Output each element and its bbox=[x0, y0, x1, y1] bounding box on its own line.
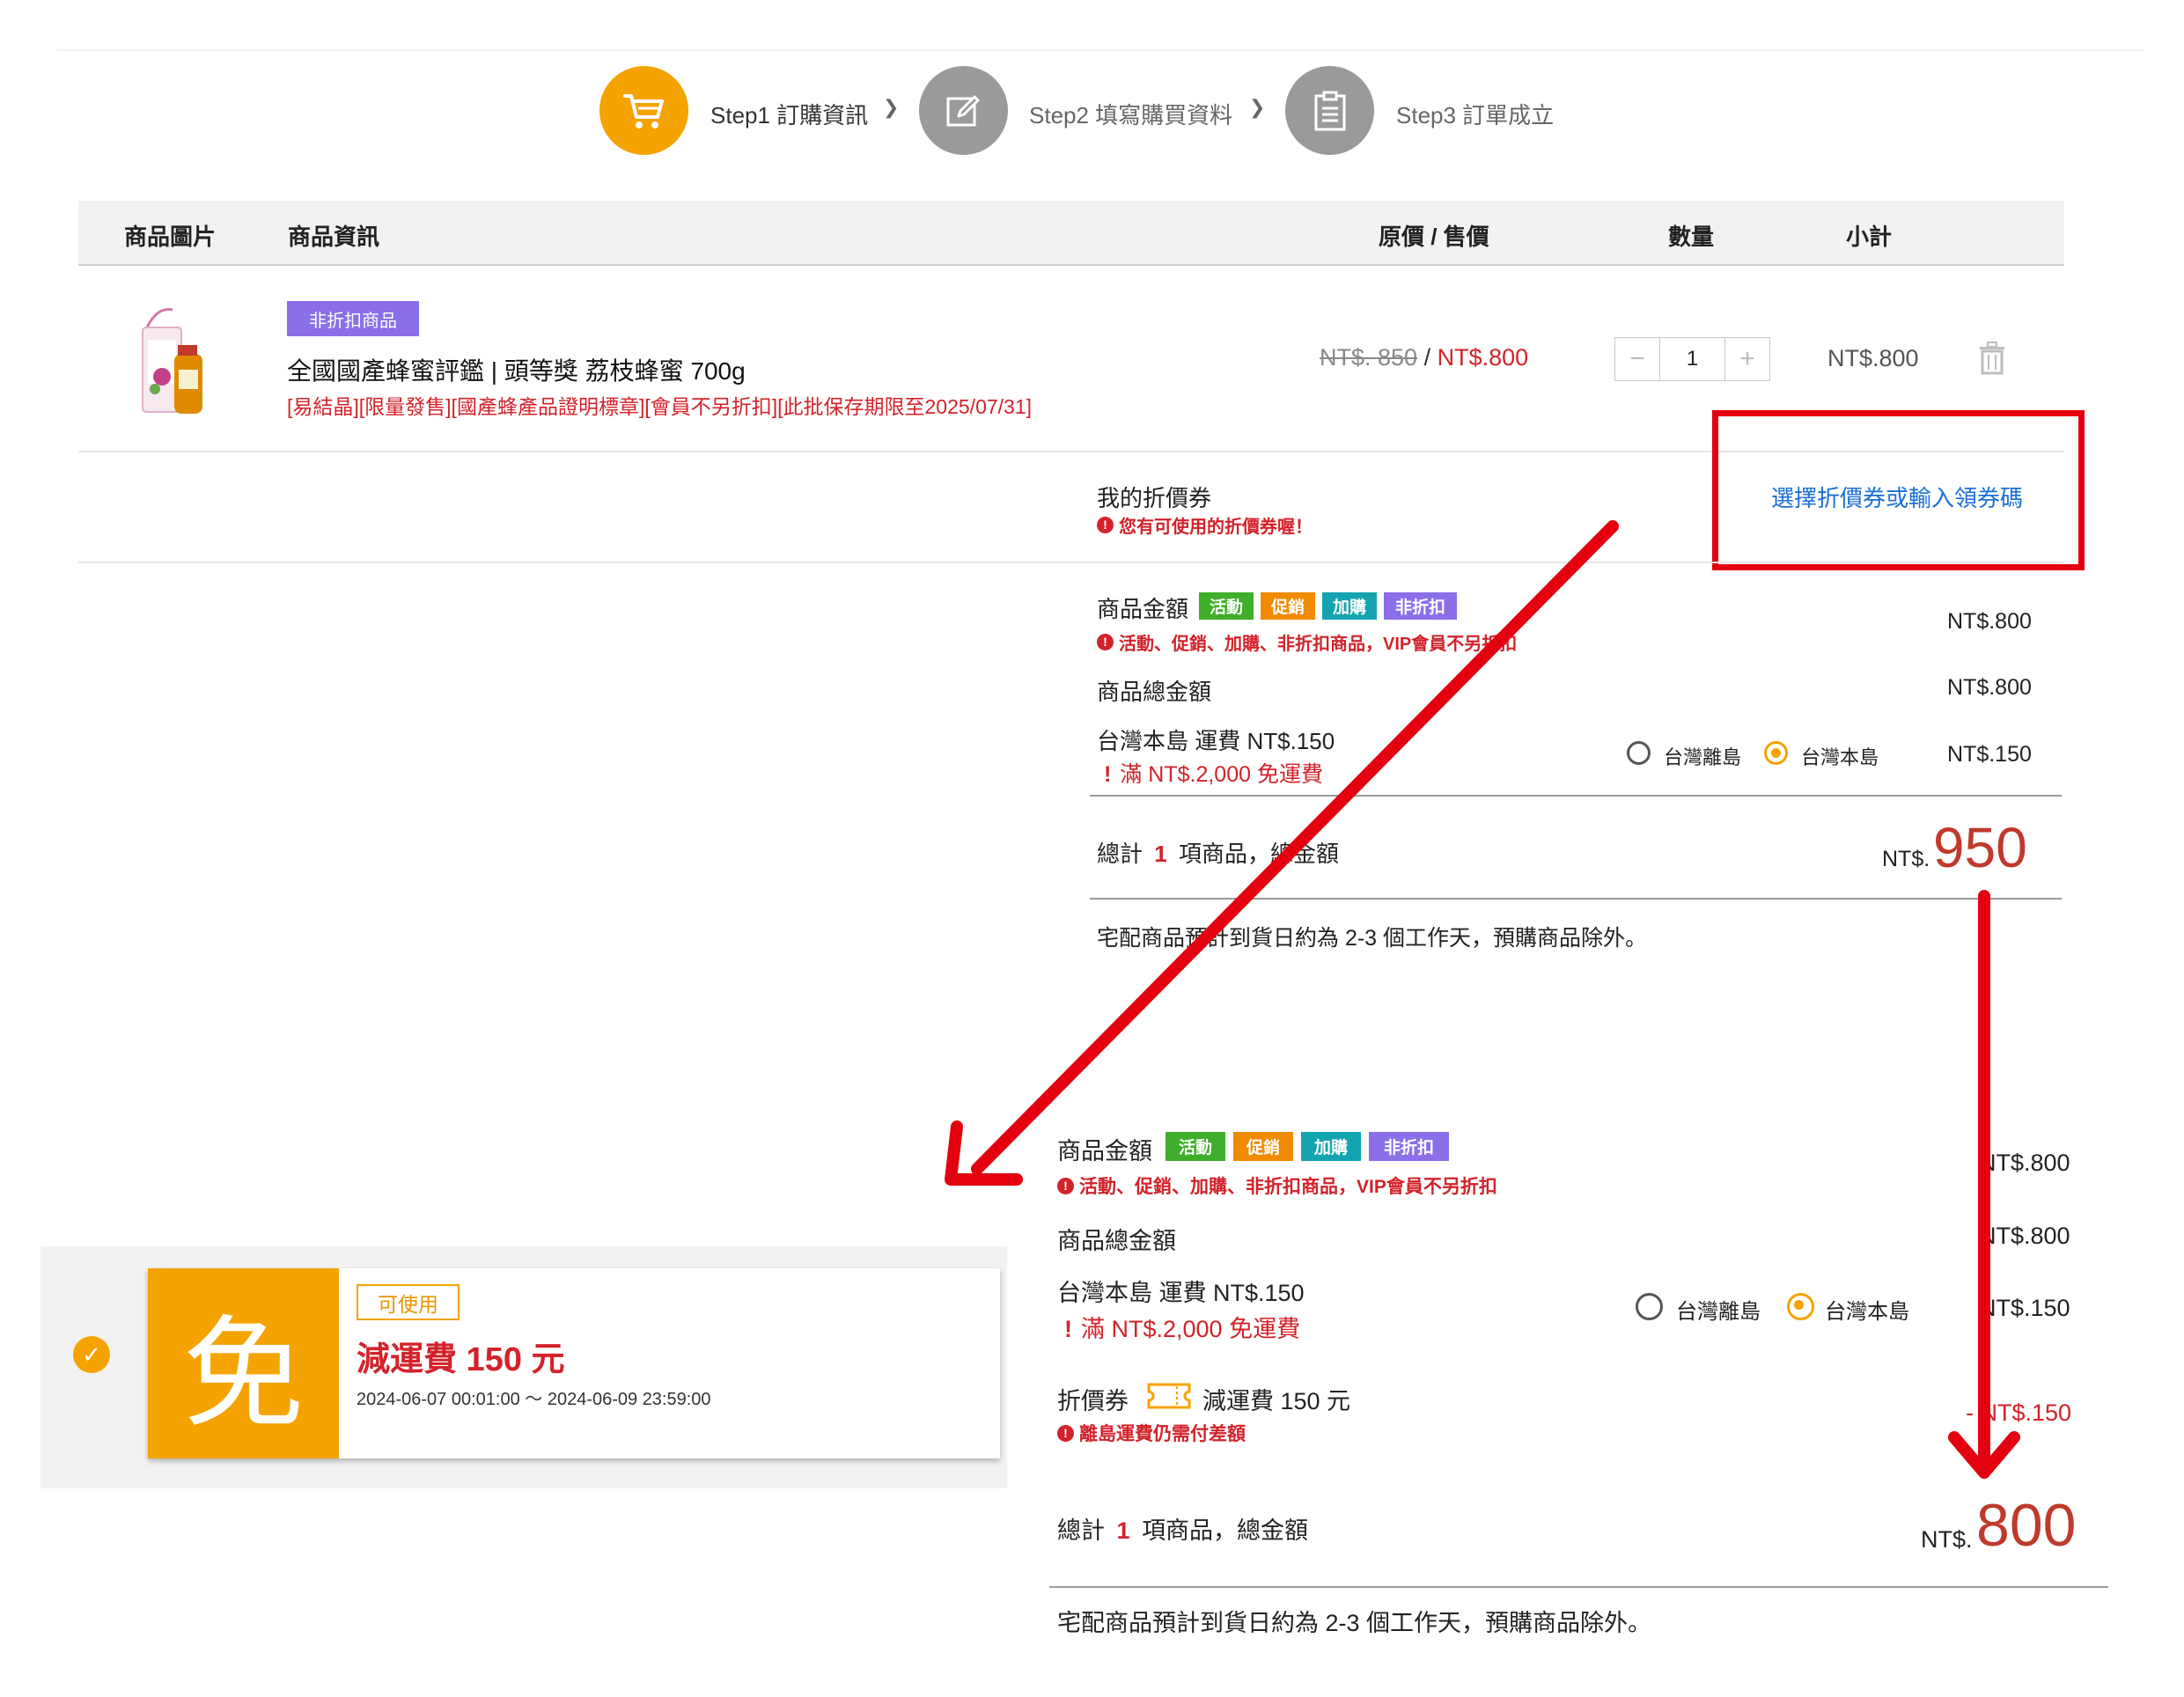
arrow-diagonal bbox=[971, 520, 1619, 1175]
annotation-arrows bbox=[945, 520, 2020, 1479]
